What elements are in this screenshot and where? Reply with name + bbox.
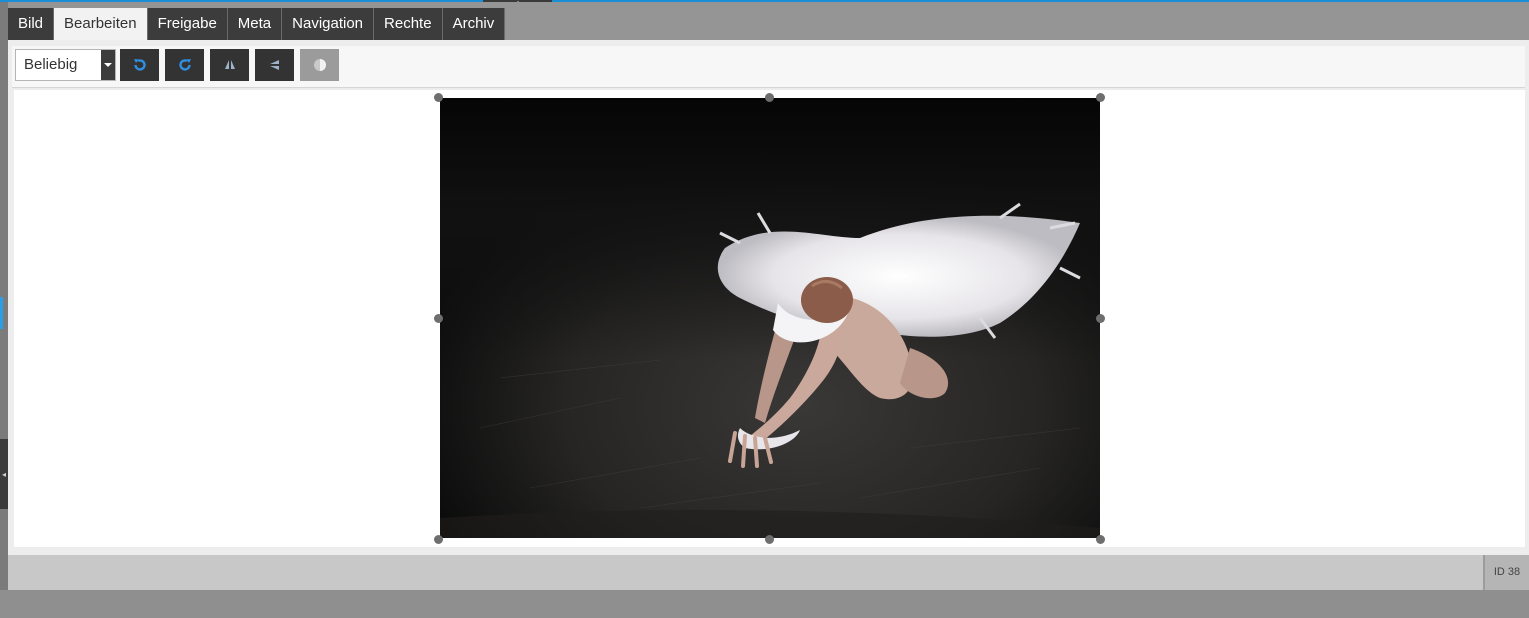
edit-toolbar: Beliebig: [12, 46, 1525, 88]
rotate-right-button[interactable]: [165, 49, 204, 81]
tab-navigation[interactable]: Navigation: [282, 8, 375, 40]
tab-bar: Bild Bearbeiten Freigabe Meta Navigation…: [8, 8, 506, 40]
flip-horizontal-icon: [224, 60, 235, 69]
crop-handle-top[interactable]: [765, 93, 774, 102]
rotate-left-icon: [133, 59, 146, 71]
crop-handle-top-left[interactable]: [434, 93, 443, 102]
flip-vertical-icon: [269, 60, 279, 70]
sidebar-collapse-handle[interactable]: ◂: [0, 439, 8, 509]
grayscale-button[interactable]: [300, 49, 339, 81]
tab-bild[interactable]: Bild: [8, 8, 55, 40]
edit-panel: Beliebig: [8, 40, 1529, 555]
aspect-ratio-value: Beliebig: [24, 56, 78, 73]
tab-archiv[interactable]: Archiv: [442, 8, 506, 40]
aspect-ratio-select[interactable]: Beliebig: [15, 49, 116, 81]
crop-handle-top-right[interactable]: [1096, 93, 1105, 102]
tab-rechte[interactable]: Rechte: [374, 8, 443, 40]
flip-vertical-button[interactable]: [255, 49, 294, 81]
image-canvas: [14, 90, 1525, 547]
crop-handle-bottom-left[interactable]: [434, 535, 443, 544]
crop-handle-right[interactable]: [1096, 314, 1105, 323]
rotate-right-icon: [178, 59, 191, 71]
record-id-label: ID 38: [1483, 555, 1529, 590]
chevron-down-icon[interactable]: [101, 50, 115, 80]
background-strip: [0, 590, 1529, 618]
flip-horizontal-button[interactable]: [210, 49, 249, 81]
crop-handle-bottom[interactable]: [765, 535, 774, 544]
photo-image: [440, 98, 1100, 538]
crop-handle-bottom-right[interactable]: [1096, 535, 1105, 544]
contrast-icon: [313, 59, 326, 71]
ballerina-photo[interactable]: [440, 98, 1100, 538]
image-editor-window: Bild Bearbeiten Freigabe Meta Navigation…: [8, 2, 1529, 590]
chevron-left-icon: ◂: [1, 469, 6, 479]
tab-bearbeiten[interactable]: Bearbeiten: [54, 8, 148, 40]
left-sidebar-edge: ◂: [0, 2, 8, 590]
crop-handle-left[interactable]: [434, 314, 443, 323]
tab-freigabe[interactable]: Freigabe: [147, 8, 228, 40]
rotate-left-button[interactable]: [120, 49, 159, 81]
active-indicator: [0, 297, 3, 329]
tab-meta[interactable]: Meta: [227, 8, 283, 40]
status-bar: ID 38: [8, 555, 1529, 590]
